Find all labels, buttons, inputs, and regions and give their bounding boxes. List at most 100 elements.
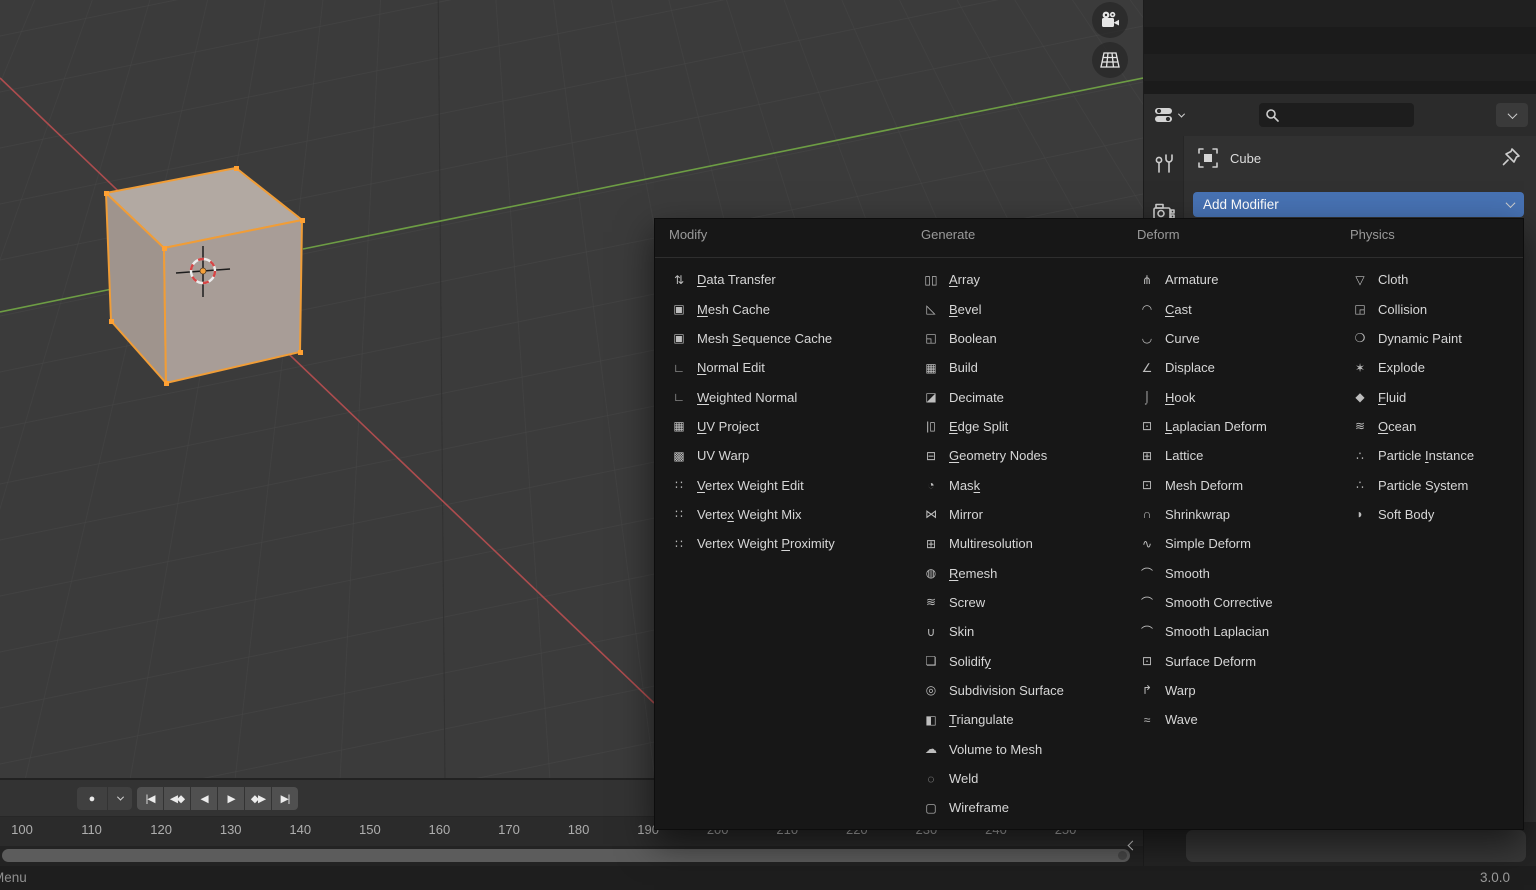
menu-item-mask[interactable]: ◔ Mask bbox=[917, 470, 1122, 499]
menu-item-mesh-cache[interactable]: ▣ Mesh Cache bbox=[665, 294, 905, 323]
menu-item-wireframe[interactable]: ▢ Wireframe bbox=[917, 793, 1122, 822]
editor-type-selector[interactable] bbox=[1154, 102, 1200, 128]
outliner-region[interactable] bbox=[1144, 0, 1536, 94]
next-keyframe-icon: ◆▶ bbox=[250, 792, 266, 805]
menu-item-mesh-sequence-cache[interactable]: ▣ Mesh Sequence Cache bbox=[665, 324, 905, 353]
menu-item-armature[interactable]: ⋔ Armature bbox=[1133, 265, 1335, 294]
menu-item-particle-system[interactable]: ∴ Particle System bbox=[1346, 470, 1518, 499]
toggle-grid-gizmo[interactable] bbox=[1092, 42, 1128, 78]
menu-item-particle-instance[interactable]: ∴ Particle Instance bbox=[1346, 441, 1518, 470]
menu-item-label: Build bbox=[949, 360, 978, 376]
menu-item-build[interactable]: ▦ Build bbox=[917, 353, 1122, 382]
menu-item-fluid[interactable]: ◆ Fluid bbox=[1346, 382, 1518, 411]
menu-item-smooth-laplacian[interactable]: ⌒ Smooth Laplacian bbox=[1133, 617, 1335, 646]
menu-item-displace[interactable]: ∠ Displace bbox=[1133, 353, 1335, 382]
menu-item-array[interactable]: ▯▯ Array bbox=[917, 265, 1122, 294]
menu-column-generate: Generate ▯▯ Array ◺ Bevel ◱ Boolean ▦ Build ◪ Deci… bbox=[917, 219, 1122, 829]
auto-keying-button[interactable]: ● bbox=[77, 787, 107, 810]
menu-item-label: Normal Edit bbox=[697, 360, 765, 376]
menu-item-screw[interactable]: ≋ Screw bbox=[917, 588, 1122, 617]
menu-item-data-transfer[interactable]: ⇅ Data Transfer bbox=[665, 265, 905, 294]
play-reverse-button[interactable]: ◀ bbox=[191, 787, 217, 810]
menu-item-bevel[interactable]: ◺ Bevel bbox=[917, 294, 1122, 323]
menu-item-multiresolution[interactable]: ⊞ Multiresolution bbox=[917, 529, 1122, 558]
jump-to-start-button[interactable]: |◀ bbox=[137, 787, 163, 810]
menu-item-skin[interactable]: ∪ Skin bbox=[917, 617, 1122, 646]
play-button[interactable]: ▶ bbox=[218, 787, 244, 810]
menu-item-dynamic-paint[interactable]: ❍ Dynamic Paint bbox=[1346, 324, 1518, 353]
menu-item-shrinkwrap[interactable]: ∩ Shrinkwrap bbox=[1133, 500, 1335, 529]
menu-item-cast[interactable]: ◠ Cast bbox=[1133, 294, 1335, 323]
menu-item-weld[interactable]: ◌ Weld bbox=[917, 764, 1122, 793]
x-axis-line bbox=[0, 77, 655, 704]
particle-system-icon: ∴ bbox=[1356, 478, 1364, 493]
menu-item-label: Volume to Mesh bbox=[949, 741, 1043, 757]
add-modifier-button[interactable]: Add Modifier bbox=[1193, 192, 1524, 217]
properties-editor-icon bbox=[1155, 108, 1172, 122]
auto-keying-options-button[interactable] bbox=[108, 787, 132, 810]
explode-icon: ✶ bbox=[1354, 360, 1366, 375]
region-collapse-arrow[interactable] bbox=[1124, 837, 1140, 853]
menu-item-hook[interactable]: ⌡ Hook bbox=[1133, 382, 1335, 411]
ocean-icon: ≋ bbox=[1354, 419, 1366, 434]
menu-item-laplacian-deform[interactable]: ⊡ Laplacian Deform bbox=[1133, 412, 1335, 441]
menu-item-collision[interactable]: ◲ Collision bbox=[1346, 294, 1518, 323]
menu-item-volume-to-mesh[interactable]: ☁ Volume to Mesh bbox=[917, 735, 1122, 764]
menu-item-solidify[interactable]: ❏ Solidify bbox=[917, 646, 1122, 675]
menu-item-uv-warp[interactable]: ▩ UV Warp bbox=[665, 441, 905, 470]
camera-view-gizmo[interactable] bbox=[1092, 2, 1128, 38]
menu-item-smooth[interactable]: ⌒ Smooth bbox=[1133, 558, 1335, 587]
menu-item-remesh[interactable]: ◍ Remesh bbox=[917, 558, 1122, 587]
menu-column-title: Modify bbox=[669, 227, 708, 242]
menu-item-warp[interactable]: ↱ Warp bbox=[1133, 676, 1335, 705]
menu-item-normal-edit[interactable]: ∟ Normal Edit bbox=[665, 353, 905, 382]
menu-item-smooth-corrective[interactable]: ⌒ Smooth Corrective bbox=[1133, 588, 1335, 617]
menu-item-geometry-nodes[interactable]: ⊟ Geometry Nodes bbox=[917, 441, 1122, 470]
properties-header bbox=[1144, 94, 1536, 136]
menu-item-vertex-weight-proximity[interactable]: ∷ Vertex Weight Proximity bbox=[665, 529, 905, 558]
menu-item-curve[interactable]: ◡ Curve bbox=[1133, 324, 1335, 353]
tab-modifier-properties[interactable] bbox=[1144, 144, 1184, 184]
status-menu-label: Menu bbox=[0, 870, 27, 885]
menu-item-cloth[interactable]: ▽ Cloth bbox=[1346, 265, 1518, 294]
menu-item-uv-project[interactable]: ▦ UV Project bbox=[665, 412, 905, 441]
menu-item-simple-deform[interactable]: ∿ Simple Deform bbox=[1133, 529, 1335, 558]
menu-item-soft-body[interactable]: ◗ Soft Body bbox=[1346, 500, 1518, 529]
menu-item-edge-split[interactable]: |▯ Edge Split bbox=[917, 412, 1122, 441]
menu-item-boolean[interactable]: ◱ Boolean bbox=[917, 324, 1122, 353]
menu-item-label: Wireframe bbox=[949, 800, 1009, 816]
menu-item-vertex-weight-edit[interactable]: ∷ Vertex Weight Edit bbox=[665, 470, 905, 499]
menu-item-mesh-deform[interactable]: ⊡ Mesh Deform bbox=[1133, 470, 1335, 499]
jump-to-end-button[interactable]: ▶| bbox=[272, 787, 298, 810]
menu-item-ocean[interactable]: ≋ Ocean bbox=[1346, 412, 1518, 441]
array-icon: ▯▯ bbox=[924, 272, 938, 287]
previous-keyframe-button[interactable]: ◀◆ bbox=[164, 787, 190, 810]
menu-item-label: Displace bbox=[1165, 360, 1215, 376]
menu-item-label: Smooth Corrective bbox=[1165, 594, 1273, 610]
menu-item-label: Cast bbox=[1165, 301, 1192, 317]
menu-item-label: UV Warp bbox=[697, 448, 750, 464]
search-input[interactable] bbox=[1285, 107, 1403, 123]
cube-object[interactable] bbox=[103, 166, 305, 386]
menu-item-vertex-weight-mix[interactable]: ∷ Vertex Weight Mix bbox=[665, 500, 905, 529]
horizontal-scrollbar[interactable] bbox=[2, 849, 1130, 862]
frame-tick-170: 170 bbox=[498, 822, 520, 837]
menu-item-explode[interactable]: ✶ Explode bbox=[1346, 353, 1518, 382]
curve-icon: ◡ bbox=[1141, 331, 1153, 346]
menu-item-weighted-normal[interactable]: ∟ Weighted Normal bbox=[665, 382, 905, 411]
properties-bottom-scroll[interactable] bbox=[1186, 830, 1526, 862]
menu-item-mirror[interactable]: ⋈ Mirror bbox=[917, 500, 1122, 529]
filter-dropdown-button[interactable] bbox=[1496, 103, 1528, 127]
menu-item-label: Solidify bbox=[949, 653, 991, 669]
menu-column-items: ▯▯ Array ◺ Bevel ◱ Boolean ▦ Build ◪ Decimate |▯ Ed… bbox=[917, 265, 1122, 823]
properties-search[interactable] bbox=[1259, 103, 1414, 127]
menu-item-decimate[interactable]: ◪ Decimate bbox=[917, 382, 1122, 411]
menu-item-wave[interactable]: ≈ Wave bbox=[1133, 705, 1335, 734]
menu-item-surface-deform[interactable]: ⊡ Surface Deform bbox=[1133, 646, 1335, 675]
next-keyframe-button[interactable]: ◆▶ bbox=[245, 787, 271, 810]
menu-item-subdivision-surface[interactable]: ◎ Subdivision Surface bbox=[917, 676, 1122, 705]
pin-id-button[interactable] bbox=[1500, 146, 1522, 168]
menu-item-label: Remesh bbox=[949, 565, 998, 581]
menu-item-lattice[interactable]: ⊞ Lattice bbox=[1133, 441, 1335, 470]
menu-item-triangulate[interactable]: ◧ Triangulate bbox=[917, 705, 1122, 734]
